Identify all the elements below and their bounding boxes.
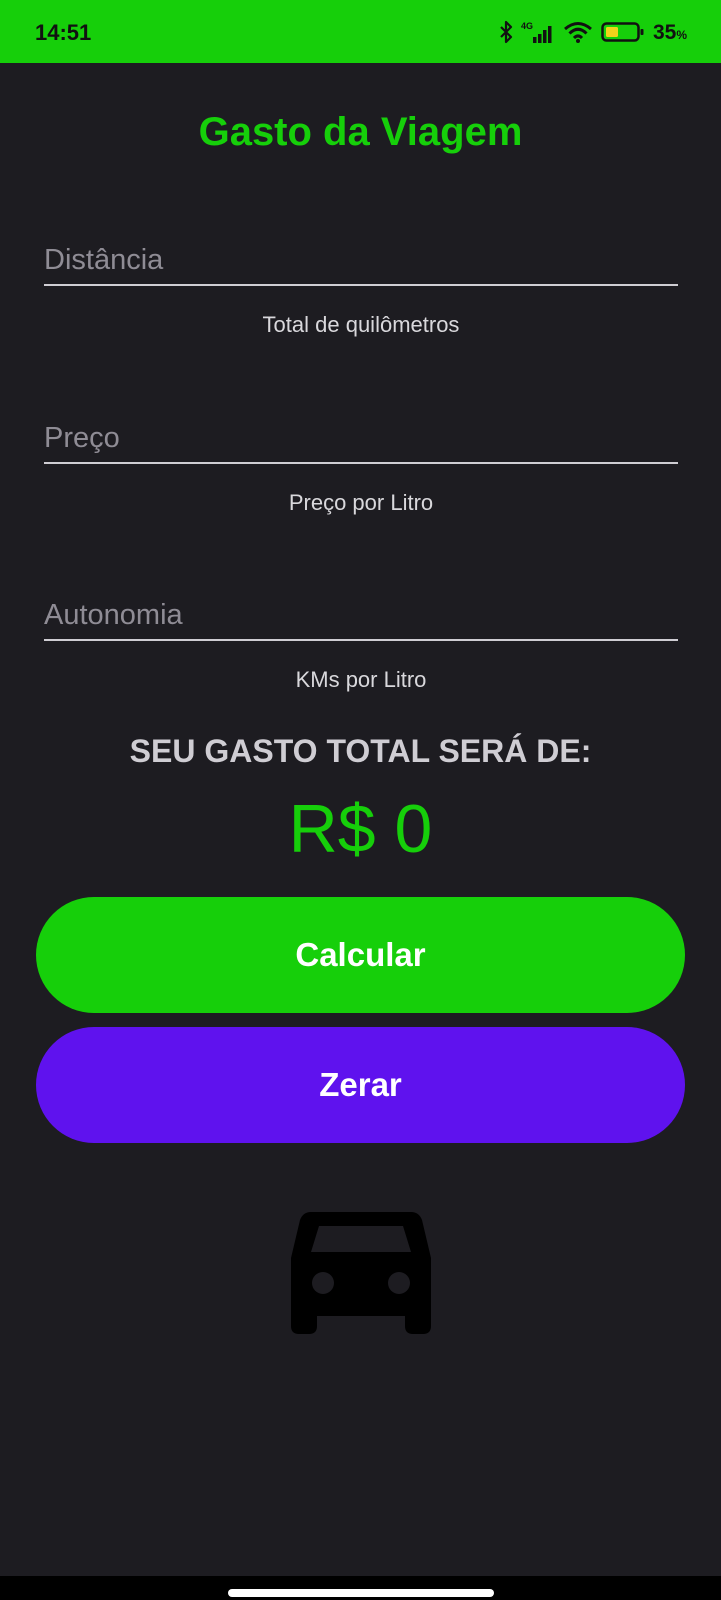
home-indicator[interactable] xyxy=(228,1589,494,1597)
autonomy-helper-text: KMs por Litro xyxy=(295,667,427,692)
car-icon xyxy=(291,1212,431,1334)
status-time: 14:51 xyxy=(35,20,92,45)
result-label: SEU GASTO TOTAL SERÁ DE: xyxy=(129,733,592,769)
price-input[interactable] xyxy=(44,414,678,464)
result-value: R$ 0 xyxy=(288,791,433,867)
battery-percentage: 35% xyxy=(653,22,687,43)
battery-icon xyxy=(601,22,644,42)
wifi-icon xyxy=(564,22,592,43)
distance-helper-text: Total de quilômetros xyxy=(262,312,460,337)
distance-field: Total de quilômetros xyxy=(44,236,678,338)
price-field: Preço por Litro xyxy=(44,414,678,516)
status-icons: 4G 35% xyxy=(499,20,687,44)
calculate-button[interactable]: Calcular xyxy=(36,897,685,1013)
status-bar: 14:51 4G 35% xyxy=(0,0,721,63)
page-title: Gasto da Viagem xyxy=(198,110,523,154)
cell-signal-icon: 4G xyxy=(521,21,552,43)
distance-input[interactable] xyxy=(44,236,678,286)
battery-percent-unit: % xyxy=(676,27,687,42)
autonomy-input[interactable] xyxy=(44,591,678,641)
bluetooth-icon xyxy=(500,20,513,44)
reset-button[interactable]: Zerar xyxy=(36,1027,685,1143)
app-screen: 14:51 4G 35% Gasto da Viagem Distância T… xyxy=(0,0,721,1600)
network-type-label: 4G xyxy=(521,21,533,31)
battery-percent-value: 35 xyxy=(652,20,677,44)
autonomy-field: KMs por Litro xyxy=(44,591,678,693)
price-helper-text: Preço por Litro xyxy=(288,490,434,515)
